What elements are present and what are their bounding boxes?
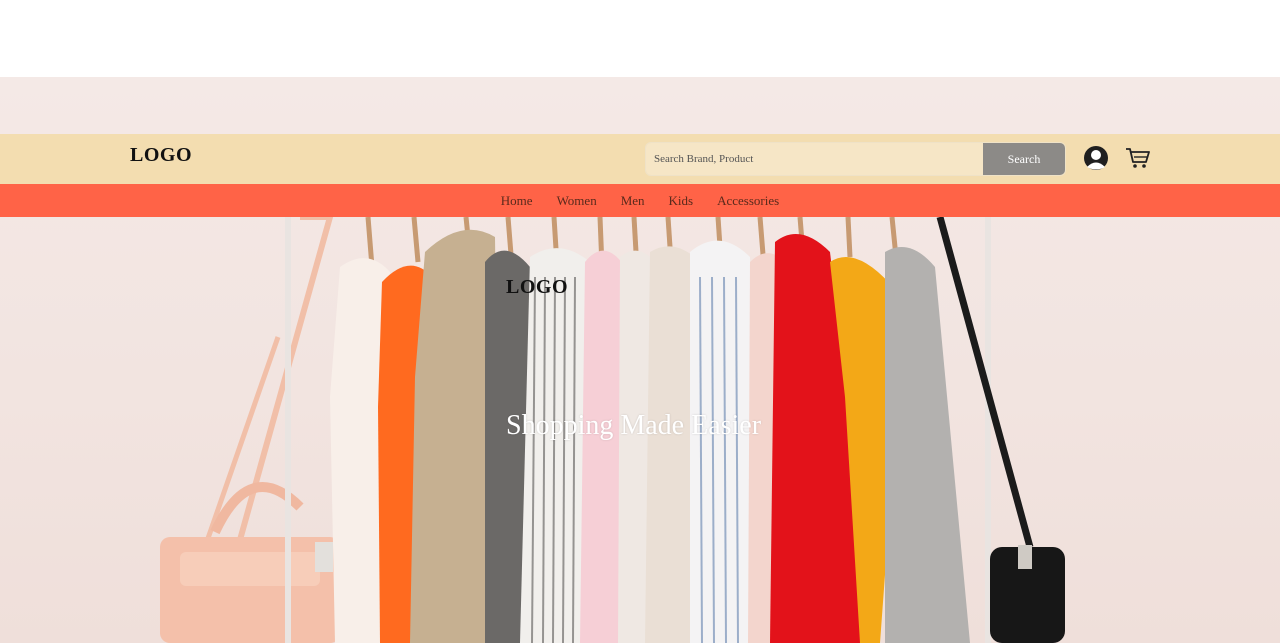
user-icon[interactable] — [1083, 145, 1109, 171]
nav-item-accessories[interactable]: Accessories — [705, 184, 791, 217]
cart-icon[interactable] — [1125, 146, 1151, 170]
site-logo[interactable]: LOGO — [130, 144, 192, 167]
main-nav: Home Women Men Kids Accessories — [0, 184, 1280, 217]
search-button[interactable]: Search — [983, 143, 1065, 175]
nav-item-kids[interactable]: Kids — [657, 184, 706, 217]
search-input[interactable] — [646, 143, 983, 175]
search-bar: Search — [645, 142, 1066, 176]
page: LOGO Search Home Women Men Kids Accessor… — [0, 0, 1280, 643]
hero-tagline: Shopping Made Easier — [506, 410, 762, 441]
hero-logo: LOGO — [506, 276, 569, 298]
site-header: LOGO Search — [0, 134, 1280, 184]
nav-item-home[interactable]: Home — [489, 184, 545, 217]
nav-item-women[interactable]: Women — [545, 184, 609, 217]
nav-item-men[interactable]: Men — [609, 184, 657, 217]
